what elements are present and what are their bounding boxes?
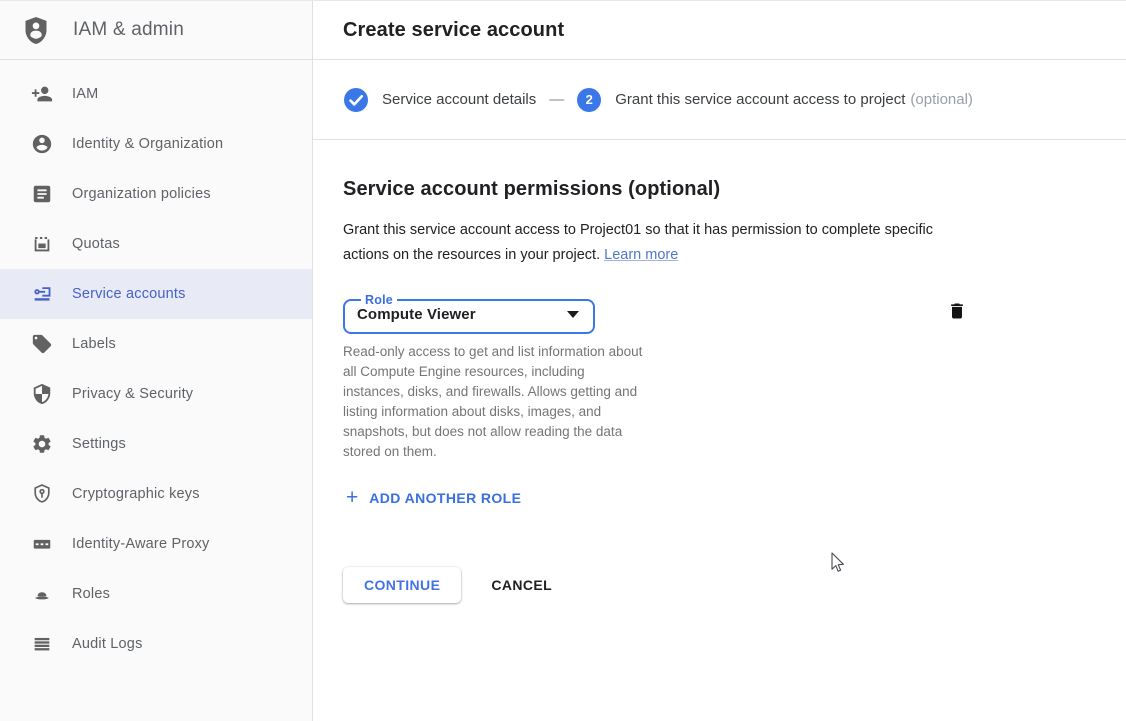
continue-button[interactable]: CONTINUE — [343, 567, 461, 603]
step-service-account-details[interactable]: Service account details — [344, 88, 536, 112]
content-area: Service account permissions (optional) G… — [313, 140, 1126, 603]
list-lines-icon — [30, 632, 54, 656]
sidebar-item-label: Audit Logs — [72, 636, 143, 652]
sidebar-item-label: IAM — [72, 86, 98, 102]
role-field-label: Role — [361, 293, 397, 307]
section-description: Grant this service account access to Pro… — [343, 218, 958, 268]
sidebar-item-label: Privacy & Security — [72, 386, 193, 402]
delete-role-button[interactable] — [947, 300, 967, 322]
form-actions: CONTINUE CANCEL — [343, 567, 1126, 603]
person-add-icon — [30, 82, 54, 106]
description-text: Grant this service account access to — [343, 222, 580, 238]
chevron-down-icon — [567, 311, 579, 318]
sidebar-nav: IAM Identity & Organization Organization… — [0, 60, 312, 669]
role-row: Role Compute Viewer — [343, 293, 1126, 334]
sidebar-item-label: Settings — [72, 436, 126, 452]
add-another-role-button[interactable]: + ADD ANOTHER ROLE — [343, 489, 521, 507]
sidebar-item-label: Service accounts — [72, 286, 186, 302]
section-heading: Service account permissions (optional) — [343, 178, 1126, 201]
tag-icon — [30, 332, 54, 356]
sidebar-item-labels[interactable]: Labels — [0, 319, 312, 369]
account-circle-icon — [30, 132, 54, 156]
project-name: Project01 — [580, 222, 641, 238]
role-description: Read-only access to get and list informa… — [343, 342, 648, 462]
main-panel: Create service account Service account d… — [313, 1, 1126, 721]
sidebar-item-service-accounts[interactable]: Service accounts — [0, 269, 312, 319]
sidebar-item-identity-organization[interactable]: Identity & Organization — [0, 119, 312, 169]
sidebar-item-roles[interactable]: Roles — [0, 569, 312, 619]
document-lines-icon — [30, 182, 54, 206]
step-grant-access: 2 Grant this service account access to p… — [577, 88, 973, 112]
add-another-role-label: ADD ANOTHER ROLE — [369, 490, 521, 506]
step-separator: — — [549, 91, 564, 108]
sidebar-title: IAM & admin — [73, 19, 184, 41]
step-number-badge: 2 — [577, 88, 601, 112]
gear-icon — [30, 432, 54, 456]
learn-more-link[interactable]: Learn more — [604, 247, 678, 263]
sidebar-item-iam[interactable]: IAM — [0, 69, 312, 119]
shield-key-icon — [30, 482, 54, 506]
plus-icon: + — [346, 489, 358, 507]
sidebar-item-label: Labels — [72, 336, 116, 352]
proxy-band-icon — [30, 532, 54, 556]
sidebar-item-settings[interactable]: Settings — [0, 419, 312, 469]
sidebar-item-identity-aware-proxy[interactable]: Identity-Aware Proxy — [0, 519, 312, 569]
step-label: Service account details — [382, 91, 536, 108]
trash-icon — [947, 310, 967, 325]
stepper: Service account details — 2 Grant this s… — [313, 60, 1126, 140]
page: IAM & admin IAM Identity & Organization — [0, 0, 1126, 721]
page-title: Create service account — [343, 19, 564, 42]
main-header: Create service account — [313, 1, 1126, 60]
role-selected-value: Compute Viewer — [357, 306, 476, 323]
step-label: Grant this service account access to pro… — [615, 91, 905, 108]
sidebar-item-label: Cryptographic keys — [72, 486, 200, 502]
sidebar-item-organization-policies[interactable]: Organization policies — [0, 169, 312, 219]
shield-half-icon — [30, 382, 54, 406]
sidebar-item-quotas[interactable]: Quotas — [0, 219, 312, 269]
sidebar-item-audit-logs[interactable]: Audit Logs — [0, 619, 312, 669]
sidebar: IAM & admin IAM Identity & Organization — [0, 1, 313, 721]
iam-admin-shield-icon — [21, 14, 51, 46]
hat-icon — [30, 582, 54, 606]
step-optional-suffix: (optional) — [910, 91, 973, 108]
service-account-key-icon — [30, 282, 54, 306]
sidebar-item-label: Roles — [72, 586, 110, 602]
cancel-button[interactable]: CANCEL — [491, 577, 552, 593]
step-completed-check-icon — [344, 88, 368, 112]
sidebar-header: IAM & admin — [0, 1, 312, 60]
quota-tray-icon — [30, 232, 54, 256]
sidebar-item-privacy-security[interactable]: Privacy & Security — [0, 369, 312, 419]
sidebar-item-cryptographic-keys[interactable]: Cryptographic keys — [0, 469, 312, 519]
sidebar-item-label: Identity & Organization — [72, 136, 223, 152]
role-select[interactable]: Role Compute Viewer — [343, 293, 595, 334]
sidebar-item-label: Identity-Aware Proxy — [72, 536, 210, 552]
sidebar-item-label: Organization policies — [72, 186, 211, 202]
sidebar-item-label: Quotas — [72, 236, 120, 252]
